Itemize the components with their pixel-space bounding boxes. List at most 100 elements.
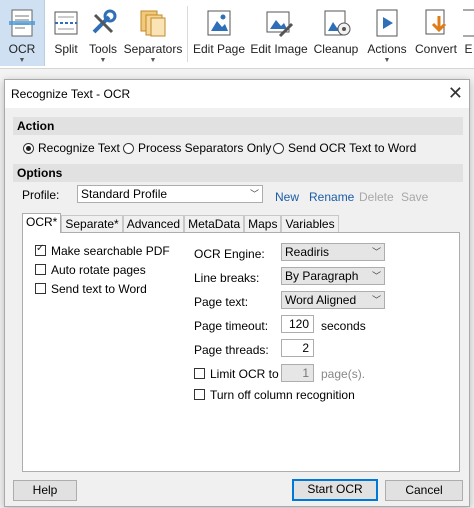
chevron-down-icon: ﹀ xyxy=(371,247,381,257)
radio-process-separators-only[interactable]: Process Separators Only xyxy=(123,140,271,156)
ribbon-edit-page-label: Edit Page xyxy=(192,42,246,56)
ribbon-edit-image-button[interactable]: Edit Image xyxy=(250,0,308,66)
radio-recognize-text[interactable]: Recognize Text xyxy=(23,140,120,156)
tab-separate[interactable]: Separate* xyxy=(61,215,123,233)
profile-save-link[interactable]: Save xyxy=(401,190,428,204)
ribbon-tools-button[interactable]: Tools ▼ xyxy=(86,0,120,66)
action-section-header: Action xyxy=(13,117,463,135)
ocr-scan-icon xyxy=(6,7,38,39)
help-button[interactable]: Help xyxy=(13,480,77,501)
chevron-down-icon: ▼ xyxy=(149,57,157,64)
dialog-title: Recognize Text - OCR xyxy=(11,87,131,101)
edit-image-icon xyxy=(263,7,295,39)
ribbon-divider xyxy=(187,6,188,62)
start-ocr-button[interactable]: Start OCR xyxy=(292,479,378,501)
ribbon-ocr-label: OCR xyxy=(8,42,36,56)
send-text-to-word-checkbox[interactable]: Send text to Word xyxy=(35,281,147,296)
export-icon xyxy=(463,7,474,39)
radio-send-ocr-text-to-word[interactable]: Send OCR Text to Word xyxy=(273,140,416,156)
checkbox-label: Limit OCR to xyxy=(210,366,279,381)
ribbon-separators-label: Separators xyxy=(123,42,183,56)
ribbon-cleanup-label: Cleanup xyxy=(313,42,359,56)
ocr-engine-label: OCR Engine: xyxy=(194,247,265,261)
dialog-titlebar: Recognize Text - OCR ✕ xyxy=(5,80,469,108)
chevron-down-icon: ▼ xyxy=(99,57,107,64)
page-threads-label: Page threads: xyxy=(194,343,269,357)
make-searchable-pdf-checkbox[interactable]: Make searchable PDF xyxy=(35,243,170,258)
tab-variables[interactable]: Variables xyxy=(281,215,339,233)
ribbon-convert-button[interactable]: Convert xyxy=(413,0,459,66)
convert-icon xyxy=(420,7,452,39)
checkbox-label: Turn off column recognition xyxy=(210,387,355,402)
ribbon-convert-label: Convert xyxy=(414,42,458,56)
tools-icon xyxy=(87,7,119,39)
checkbox-label: Make searchable PDF xyxy=(51,243,170,258)
chevron-down-icon: ﹀ xyxy=(371,271,381,281)
line-breaks-label: Line breaks: xyxy=(194,271,260,285)
limit-ocr-unit: page(s). xyxy=(321,367,366,381)
checkbox-icon xyxy=(194,368,205,379)
ocr-engine-value: Readiris xyxy=(285,245,330,259)
tab-advanced[interactable]: Advanced xyxy=(122,215,185,233)
checkbox-icon xyxy=(35,283,46,294)
turn-off-column-recognition-checkbox[interactable]: Turn off column recognition xyxy=(194,387,355,402)
ribbon-cleanup-button[interactable]: Cleanup xyxy=(313,0,359,66)
close-icon[interactable]: ✕ xyxy=(448,83,463,103)
limit-ocr-pages-input[interactable]: 1 xyxy=(281,364,314,382)
ribbon-split-button[interactable]: Split xyxy=(48,0,84,66)
ribbon-separators-button[interactable]: Separators ▼ xyxy=(124,0,182,66)
cleanup-icon xyxy=(320,7,352,39)
ribbon-toolbar: OCR ▼ Split Tools ▼ Separators ▼ Edit Pa… xyxy=(0,0,474,69)
ribbon-export-button[interactable]: E xyxy=(463,0,474,66)
tab-maps[interactable]: Maps xyxy=(244,215,282,233)
tab-ocr[interactable]: OCR* xyxy=(22,213,62,233)
ribbon-actions-label: Actions xyxy=(367,42,407,56)
page-threads-input[interactable]: 2 xyxy=(281,339,314,357)
ribbon-tools-label: Tools xyxy=(88,42,117,56)
radio-dot-icon xyxy=(123,142,134,154)
profile-delete-link[interactable]: Delete xyxy=(359,190,394,204)
auto-rotate-pages-checkbox[interactable]: Auto rotate pages xyxy=(35,262,146,277)
recognize-text-dialog: Recognize Text - OCR ✕ Action Recognize … xyxy=(4,79,470,507)
options-section-header: Options xyxy=(13,164,463,182)
profile-new-link[interactable]: New xyxy=(275,190,299,204)
checkbox-label: Send text to Word xyxy=(51,281,147,296)
checkbox-label: Auto rotate pages xyxy=(51,262,146,277)
radio-dot-icon xyxy=(273,142,284,154)
ocr-engine-select[interactable]: Readiris ﹀ xyxy=(281,243,385,261)
line-breaks-value: By Paragraph xyxy=(285,269,359,283)
chevron-down-icon: ▼ xyxy=(383,57,391,64)
ocr-tab-panel: Make searchable PDF Auto rotate pages Se… xyxy=(22,232,460,472)
page-text-select[interactable]: Word Aligned ﹀ xyxy=(281,291,385,309)
page-timeout-unit: seconds xyxy=(321,319,366,333)
ribbon-actions-button[interactable]: Actions ▼ xyxy=(365,0,409,66)
radio-dot-icon xyxy=(23,142,34,154)
line-breaks-select[interactable]: By Paragraph ﹀ xyxy=(281,267,385,285)
profile-label: Profile: xyxy=(22,188,60,202)
ribbon-edit-page-button[interactable]: Edit Page xyxy=(192,0,246,66)
radio-label: Send OCR Text to Word xyxy=(288,141,417,155)
tab-metadata[interactable]: MetaData xyxy=(184,215,245,233)
radio-label: Recognize Text xyxy=(38,141,120,155)
page-timeout-label: Page timeout: xyxy=(194,319,269,333)
ribbon-export-label: E xyxy=(464,42,473,56)
chevron-down-icon: ﹀ xyxy=(371,295,381,305)
options-tab-strip: OCR* Separate* Advanced MetaData Maps Va… xyxy=(22,213,339,233)
page-timeout-input[interactable]: 120 xyxy=(281,315,314,333)
ribbon-ocr-button[interactable]: OCR ▼ xyxy=(0,0,45,66)
edit-page-icon xyxy=(203,7,235,39)
actions-play-icon xyxy=(371,7,403,39)
profile-select-value: Standard Profile xyxy=(81,187,168,201)
ribbon-split-label: Split xyxy=(54,42,78,56)
profile-select[interactable]: Standard Profile ﹀ xyxy=(77,185,263,203)
separators-icon xyxy=(137,7,169,39)
cancel-button[interactable]: Cancel xyxy=(385,480,463,501)
page-text-value: Word Aligned xyxy=(285,293,357,307)
ribbon-edit-image-label: Edit Image xyxy=(250,42,308,56)
limit-ocr-checkbox[interactable]: Limit OCR to xyxy=(194,366,279,381)
profile-rename-link[interactable]: Rename xyxy=(309,190,354,204)
checkbox-icon xyxy=(194,389,205,400)
chevron-down-icon: ﹀ xyxy=(249,189,259,199)
chevron-down-icon: ▼ xyxy=(18,57,26,64)
action-radio-group: Recognize Text Process Separators Only S… xyxy=(5,140,465,158)
